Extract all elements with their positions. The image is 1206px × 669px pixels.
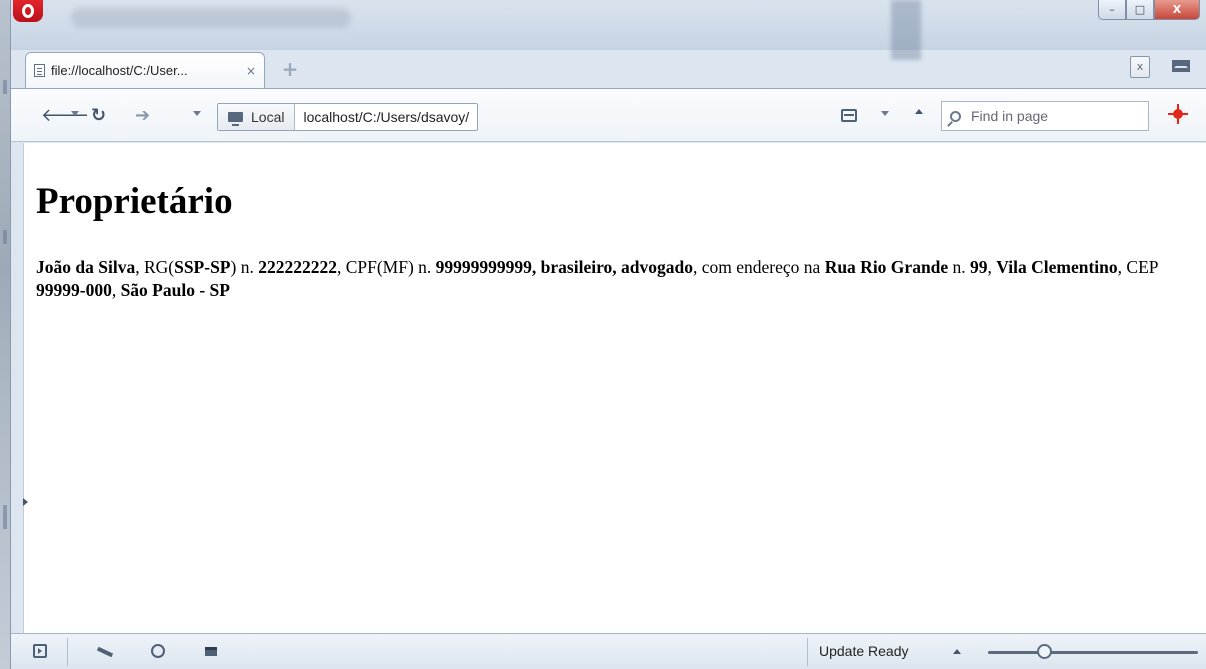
district: Vila Clementino (996, 257, 1118, 277)
zoom-slider[interactable] (988, 651, 1198, 654)
forward-history-dropdown-icon[interactable] (193, 111, 201, 116)
text-segment: ) n. (230, 257, 259, 277)
browser-window: – □ X file://localhost/C:/User... × + x … (10, 0, 1206, 669)
navigation-toolbar: 🡐 ↻ ➔ Local localhost/C:/Users/dsavoy/ (11, 88, 1206, 142)
update-ready-status[interactable]: Update Ready (819, 643, 909, 659)
city: São Paulo - SP (120, 280, 230, 300)
blurred-background (891, 0, 921, 60)
text-segment: , (987, 257, 997, 277)
text-segment: n. (948, 257, 971, 277)
tab-title: file://localhost/C:/User... (51, 63, 188, 78)
status-divider (807, 638, 808, 666)
page-content: Proprietário João da Silva, RG(SSP-SP) n… (23, 143, 1206, 633)
owner-name: João da Silva (36, 257, 136, 277)
nationality: brasileiro (540, 257, 613, 277)
zoom-up-arrow-icon[interactable] (953, 649, 961, 654)
document-icon (34, 64, 45, 77)
back-history-dropdown-icon[interactable] (71, 111, 79, 116)
title-bar: – □ X (11, 0, 1206, 60)
collapse-arrow-icon[interactable] (915, 109, 923, 114)
text-segment: , CPF(MF) n. (336, 257, 436, 277)
panel-expand-arrow-icon[interactable] (23, 498, 28, 506)
web-globe-icon[interactable] (151, 644, 165, 658)
maximize-button[interactable]: □ (1126, 0, 1154, 20)
search-icon (950, 110, 961, 122)
monitor-icon (228, 112, 243, 126)
text-segment: , RG( (135, 257, 175, 277)
windows-icon[interactable] (205, 647, 217, 656)
reload-icon[interactable]: ↻ (91, 106, 106, 126)
text-segment: , com endereço na (693, 257, 825, 277)
opera-menu-button[interactable] (13, 0, 43, 22)
text-segment: , (111, 280, 121, 300)
tab-close-icon[interactable]: × (246, 64, 256, 78)
opera-unite-icon[interactable] (96, 646, 114, 658)
rg-issuer: SSP-SP (174, 257, 231, 277)
profession: advogado (621, 257, 694, 277)
new-tab-button[interactable]: + (279, 58, 301, 80)
text-segment: , CEP (1117, 257, 1158, 277)
status-divider (67, 638, 68, 666)
desktop-background (0, 0, 10, 669)
desktop-mark (3, 230, 7, 244)
status-bar: Update Ready (11, 633, 1206, 669)
address-bar[interactable]: Local localhost/C:/Users/dsavoy/ (217, 103, 479, 131)
browser-tab[interactable]: file://localhost/C:/User... × (25, 52, 265, 88)
street-number: 99 (970, 257, 988, 277)
find-in-page-input[interactable] (971, 108, 1131, 124)
zoom-slider-handle[interactable] (1037, 644, 1053, 659)
debug-icon[interactable] (1168, 104, 1188, 124)
desktop-mark (3, 505, 7, 529)
cpf-number: 99999999999 (435, 257, 532, 277)
reader-dropdown-icon[interactable] (881, 111, 889, 116)
rg-number: 222222222 (258, 257, 337, 277)
reader-view-icon[interactable] (841, 109, 857, 122)
back-icon[interactable]: 🡐 (41, 106, 89, 126)
cep: 99999-000 (36, 280, 112, 300)
address-badge-label: Local (251, 109, 285, 125)
owner-description: João da Silva, RG(SSP-SP) n. 222222222, … (36, 256, 1206, 302)
mail-icon[interactable] (1172, 60, 1190, 72)
desktop-mark (3, 80, 7, 94)
street: Rua Rio Grande (824, 257, 949, 277)
address-input[interactable]: localhost/C:/Users/dsavoy/ (295, 104, 477, 130)
page-title: Proprietário (36, 181, 233, 222)
opera-logo-icon (22, 4, 34, 18)
closed-tabs-trash-icon[interactable]: x (1130, 56, 1150, 78)
forward-icon[interactable]: ➔ (135, 106, 150, 126)
close-window-button[interactable]: X (1154, 0, 1200, 20)
minimize-button[interactable]: – (1098, 0, 1126, 20)
window-controls: – □ X (1098, 0, 1200, 20)
blurred-title (71, 8, 351, 28)
panel-toggle-icon[interactable] (33, 644, 47, 658)
text-segment: , (612, 257, 622, 277)
site-security-badge[interactable]: Local (218, 104, 296, 130)
find-in-page-field[interactable] (941, 101, 1149, 131)
text-segment: , (531, 257, 541, 277)
